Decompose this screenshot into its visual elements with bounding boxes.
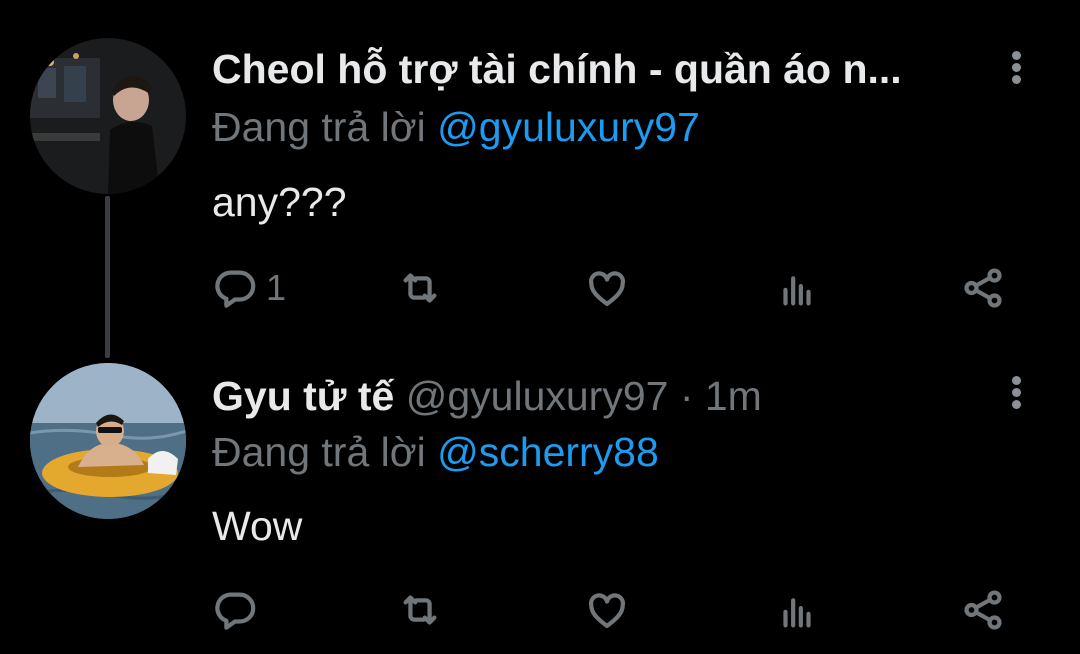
replying-prefix: Đang trả lời [212, 429, 438, 475]
mention-link[interactable]: @gyuluxury97 [437, 104, 700, 150]
tweet-gyu[interactable]: Gyu tử tế @gyuluxury97 · 1m Đang trả lời… [0, 340, 1080, 654]
views-icon [783, 598, 811, 628]
views-icon [783, 276, 811, 306]
tweet-cheol[interactable]: Cheol hỗ trợ tài chính - quần áo n... Đa… [0, 0, 1080, 358]
share-button[interactable] [960, 580, 1006, 640]
share-button[interactable] [960, 258, 1006, 318]
tweet-text: any??? [212, 179, 347, 225]
replying-to: Đang trả lời @scherry88 [212, 428, 659, 476]
like-button[interactable] [584, 258, 630, 318]
retweet-button[interactable] [397, 258, 443, 318]
like-button[interactable] [584, 580, 630, 640]
display-name[interactable]: Gyu tử tế [212, 373, 394, 419]
share-icon [964, 590, 1002, 630]
action-bar: 1 [212, 258, 1012, 318]
share-icon [964, 268, 1002, 308]
like-icon [588, 593, 626, 629]
action-bar [212, 580, 1012, 640]
retweet-button[interactable] [397, 580, 443, 640]
display-name[interactable]: Cheol hỗ trợ tài chính - quần áo n... [212, 46, 902, 92]
tweet-text: Wow [212, 503, 303, 549]
reply-count: 1 [266, 267, 287, 308]
reply-button[interactable] [212, 580, 258, 640]
tweet-header: Gyu tử tế @gyuluxury97 · 1m [212, 372, 762, 420]
like-icon [588, 271, 626, 307]
replying-prefix: Đang trả lời [212, 104, 438, 150]
thread-connector [105, 196, 110, 358]
more-options-icon[interactable] [1004, 48, 1028, 88]
views-button[interactable] [774, 580, 820, 640]
handle-and-time: @gyuluxury97 · 1m [405, 373, 762, 419]
reply-icon [215, 592, 256, 630]
replying-to: Đang trả lời @gyuluxury97 [212, 103, 700, 151]
avatar-cheol[interactable] [30, 38, 186, 194]
tweet-header: Cheol hỗ trợ tài chính - quần áo n... [212, 45, 902, 93]
more-options-icon[interactable] [1004, 373, 1028, 413]
reply-button[interactable]: 1 [212, 258, 286, 318]
views-button[interactable] [774, 258, 820, 318]
retweet-icon [403, 595, 437, 625]
retweet-icon [403, 273, 437, 303]
reply-icon [215, 270, 256, 308]
avatar-gyu[interactable] [30, 363, 186, 519]
mention-link[interactable]: @scherry88 [437, 429, 659, 475]
